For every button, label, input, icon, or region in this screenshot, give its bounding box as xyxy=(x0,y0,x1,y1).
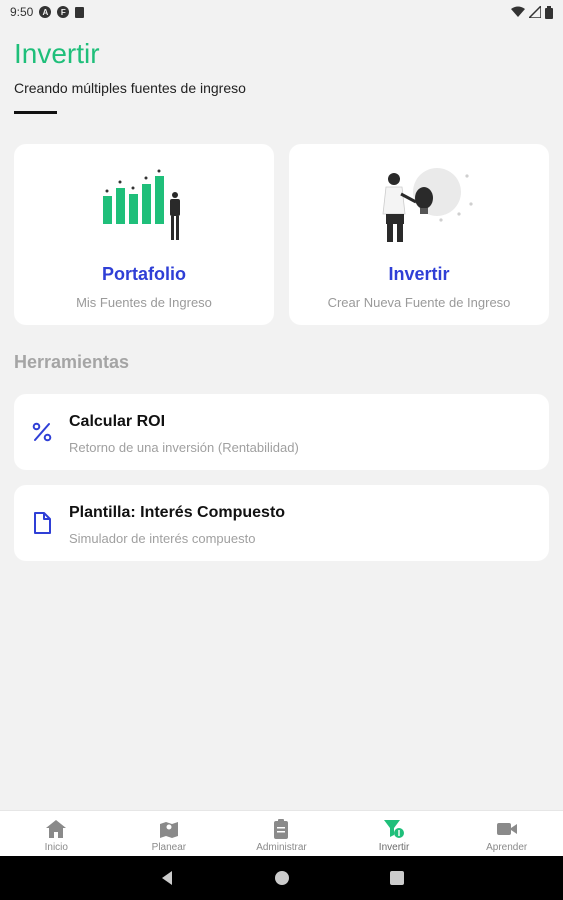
idea-illustration xyxy=(382,168,473,242)
page-subtitle: Creando múltiples fuentes de ingreso xyxy=(14,80,246,96)
calcular-roi-item[interactable]: Calcular ROI Retorno de una inversión (R… xyxy=(14,394,549,470)
plantilla-interes-title: Plantilla: Interés Compuesto xyxy=(69,504,286,521)
page-title: Invertir xyxy=(14,38,100,69)
nav-invertir-label: Invertir xyxy=(378,842,410,853)
status-bar: 9:50 A F xyxy=(0,0,563,24)
nav-administrar[interactable]: Administrar xyxy=(225,811,338,856)
calcular-roi-title: Calcular ROI xyxy=(69,413,166,430)
portafolio-subtitle: Mis Fuentes de Ingreso xyxy=(76,295,212,310)
signal-icon xyxy=(529,6,541,18)
nav-inicio[interactable]: Inicio xyxy=(0,811,113,856)
nav-invertir[interactable]: Invertir xyxy=(338,811,451,856)
calcular-roi-subtitle: Retorno de una inversión (Rentabilidad) xyxy=(69,440,299,455)
portafolio-title: Portafolio xyxy=(102,264,186,284)
person-figure xyxy=(170,192,180,240)
nav-planear[interactable]: Planear xyxy=(113,811,226,856)
nav-inicio-label: Inicio xyxy=(44,842,68,853)
recents-icon[interactable] xyxy=(389,871,404,885)
video-icon xyxy=(496,823,517,835)
title-underline xyxy=(14,111,57,114)
wifi-icon xyxy=(511,6,525,17)
sd-card-icon xyxy=(75,6,85,18)
nav-planear-label: Planear xyxy=(151,842,187,853)
funnel-dollar-icon xyxy=(384,820,405,838)
plantilla-interes-item[interactable]: Plantilla: Interés Compuesto Simulador d… xyxy=(14,485,549,561)
clipboard-icon xyxy=(274,819,289,839)
back-icon[interactable] xyxy=(160,870,174,886)
battery-icon xyxy=(545,5,553,19)
portfolio-illustration xyxy=(103,169,180,240)
status-time: 9:50 xyxy=(10,5,34,19)
notification-a-icon: A xyxy=(39,6,52,18)
document-icon xyxy=(34,512,51,534)
percent-icon xyxy=(32,422,52,442)
woman-figure xyxy=(382,173,417,242)
nav-aprender[interactable]: Aprender xyxy=(450,811,563,856)
notification-f-icon: F xyxy=(57,6,70,18)
tools-section-title: Herramientas xyxy=(14,352,130,372)
invertir-subtitle: Crear Nueva Fuente de Ingreso xyxy=(327,295,511,310)
bottom-navigation: Inicio Planear Administrar Invertir Apre… xyxy=(0,810,563,856)
nav-administrar-label: Administrar xyxy=(256,842,307,853)
map-icon xyxy=(159,822,178,838)
system-navigation-bar xyxy=(0,856,563,900)
home-circle-icon[interactable] xyxy=(274,870,290,886)
invertir-card[interactable]: Invertir Crear Nueva Fuente de Ingreso xyxy=(289,144,549,325)
nav-aprender-label: Aprender xyxy=(486,842,528,853)
plantilla-interes-subtitle: Simulador de interés compuesto xyxy=(69,531,256,546)
home-icon xyxy=(46,820,67,838)
invertir-title: Invertir xyxy=(388,264,450,284)
portafolio-card[interactable]: Portafolio Mis Fuentes de Ingreso xyxy=(14,144,274,325)
